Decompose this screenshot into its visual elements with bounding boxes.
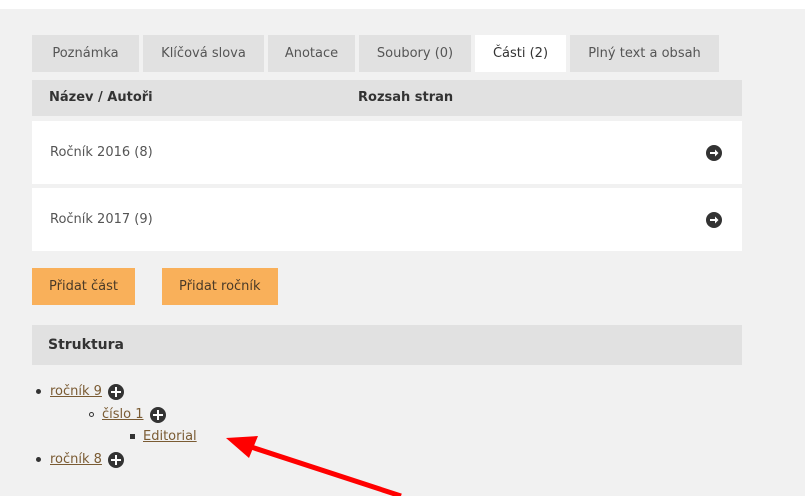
tree-item: číslo 1 (89, 406, 166, 424)
plus-circle-icon[interactable] (108, 383, 125, 400)
tab-casti[interactable]: Části (2) (475, 35, 566, 72)
tab-anotace[interactable]: Anotace (268, 35, 355, 72)
column-header-name: Název / Autoři (49, 90, 153, 105)
section-title: Struktura (48, 337, 124, 353)
tree-link-rocnik-9[interactable]: ročník 9 (50, 384, 102, 399)
tab-poznamka[interactable]: Poznámka (32, 35, 139, 72)
tree-item: Editorial (130, 428, 197, 446)
row-label: Ročník 2017 (9) (50, 212, 153, 227)
tab-soubory[interactable]: Soubory (0) (359, 35, 471, 72)
arrow-right-circle-icon[interactable] (706, 145, 722, 161)
row-label: Ročník 2016 (8) (50, 145, 153, 160)
plus-circle-icon[interactable] (149, 406, 166, 423)
top-strip (0, 0, 805, 9)
table-row[interactable]: Ročník 2016 (8) (32, 121, 742, 184)
bullet-circle (89, 412, 94, 417)
tree-link-rocnik-8[interactable]: ročník 8 (50, 452, 102, 467)
plus-circle-icon[interactable] (108, 451, 125, 468)
arrow-right-circle-icon[interactable] (706, 212, 722, 228)
structure-header: Struktura (32, 325, 742, 365)
bullet-disc (36, 389, 41, 394)
tab-klicova-slova[interactable]: Klíčová slova (143, 35, 264, 72)
bullet-square (130, 434, 135, 439)
table-row[interactable]: Ročník 2017 (9) (32, 188, 742, 251)
tab-plny-text[interactable]: Plný text a obsah (570, 35, 719, 72)
add-part-button[interactable]: Přidat část (32, 268, 135, 305)
tree-link-cislo-1[interactable]: číslo 1 (102, 407, 144, 422)
tree-item: ročník 9 (36, 383, 125, 401)
table-header: Název / Autoři Rozsah stran (32, 80, 742, 116)
tree-link-editorial[interactable]: Editorial (143, 429, 197, 444)
add-volume-button[interactable]: Přidat ročník (162, 268, 278, 305)
tree-item: ročník 8 (36, 451, 125, 469)
tab-bar: Poznámka Klíčová slova Anotace Soubory (… (32, 35, 723, 72)
bullet-disc (36, 457, 41, 462)
column-header-pages: Rozsah stran (358, 90, 454, 105)
